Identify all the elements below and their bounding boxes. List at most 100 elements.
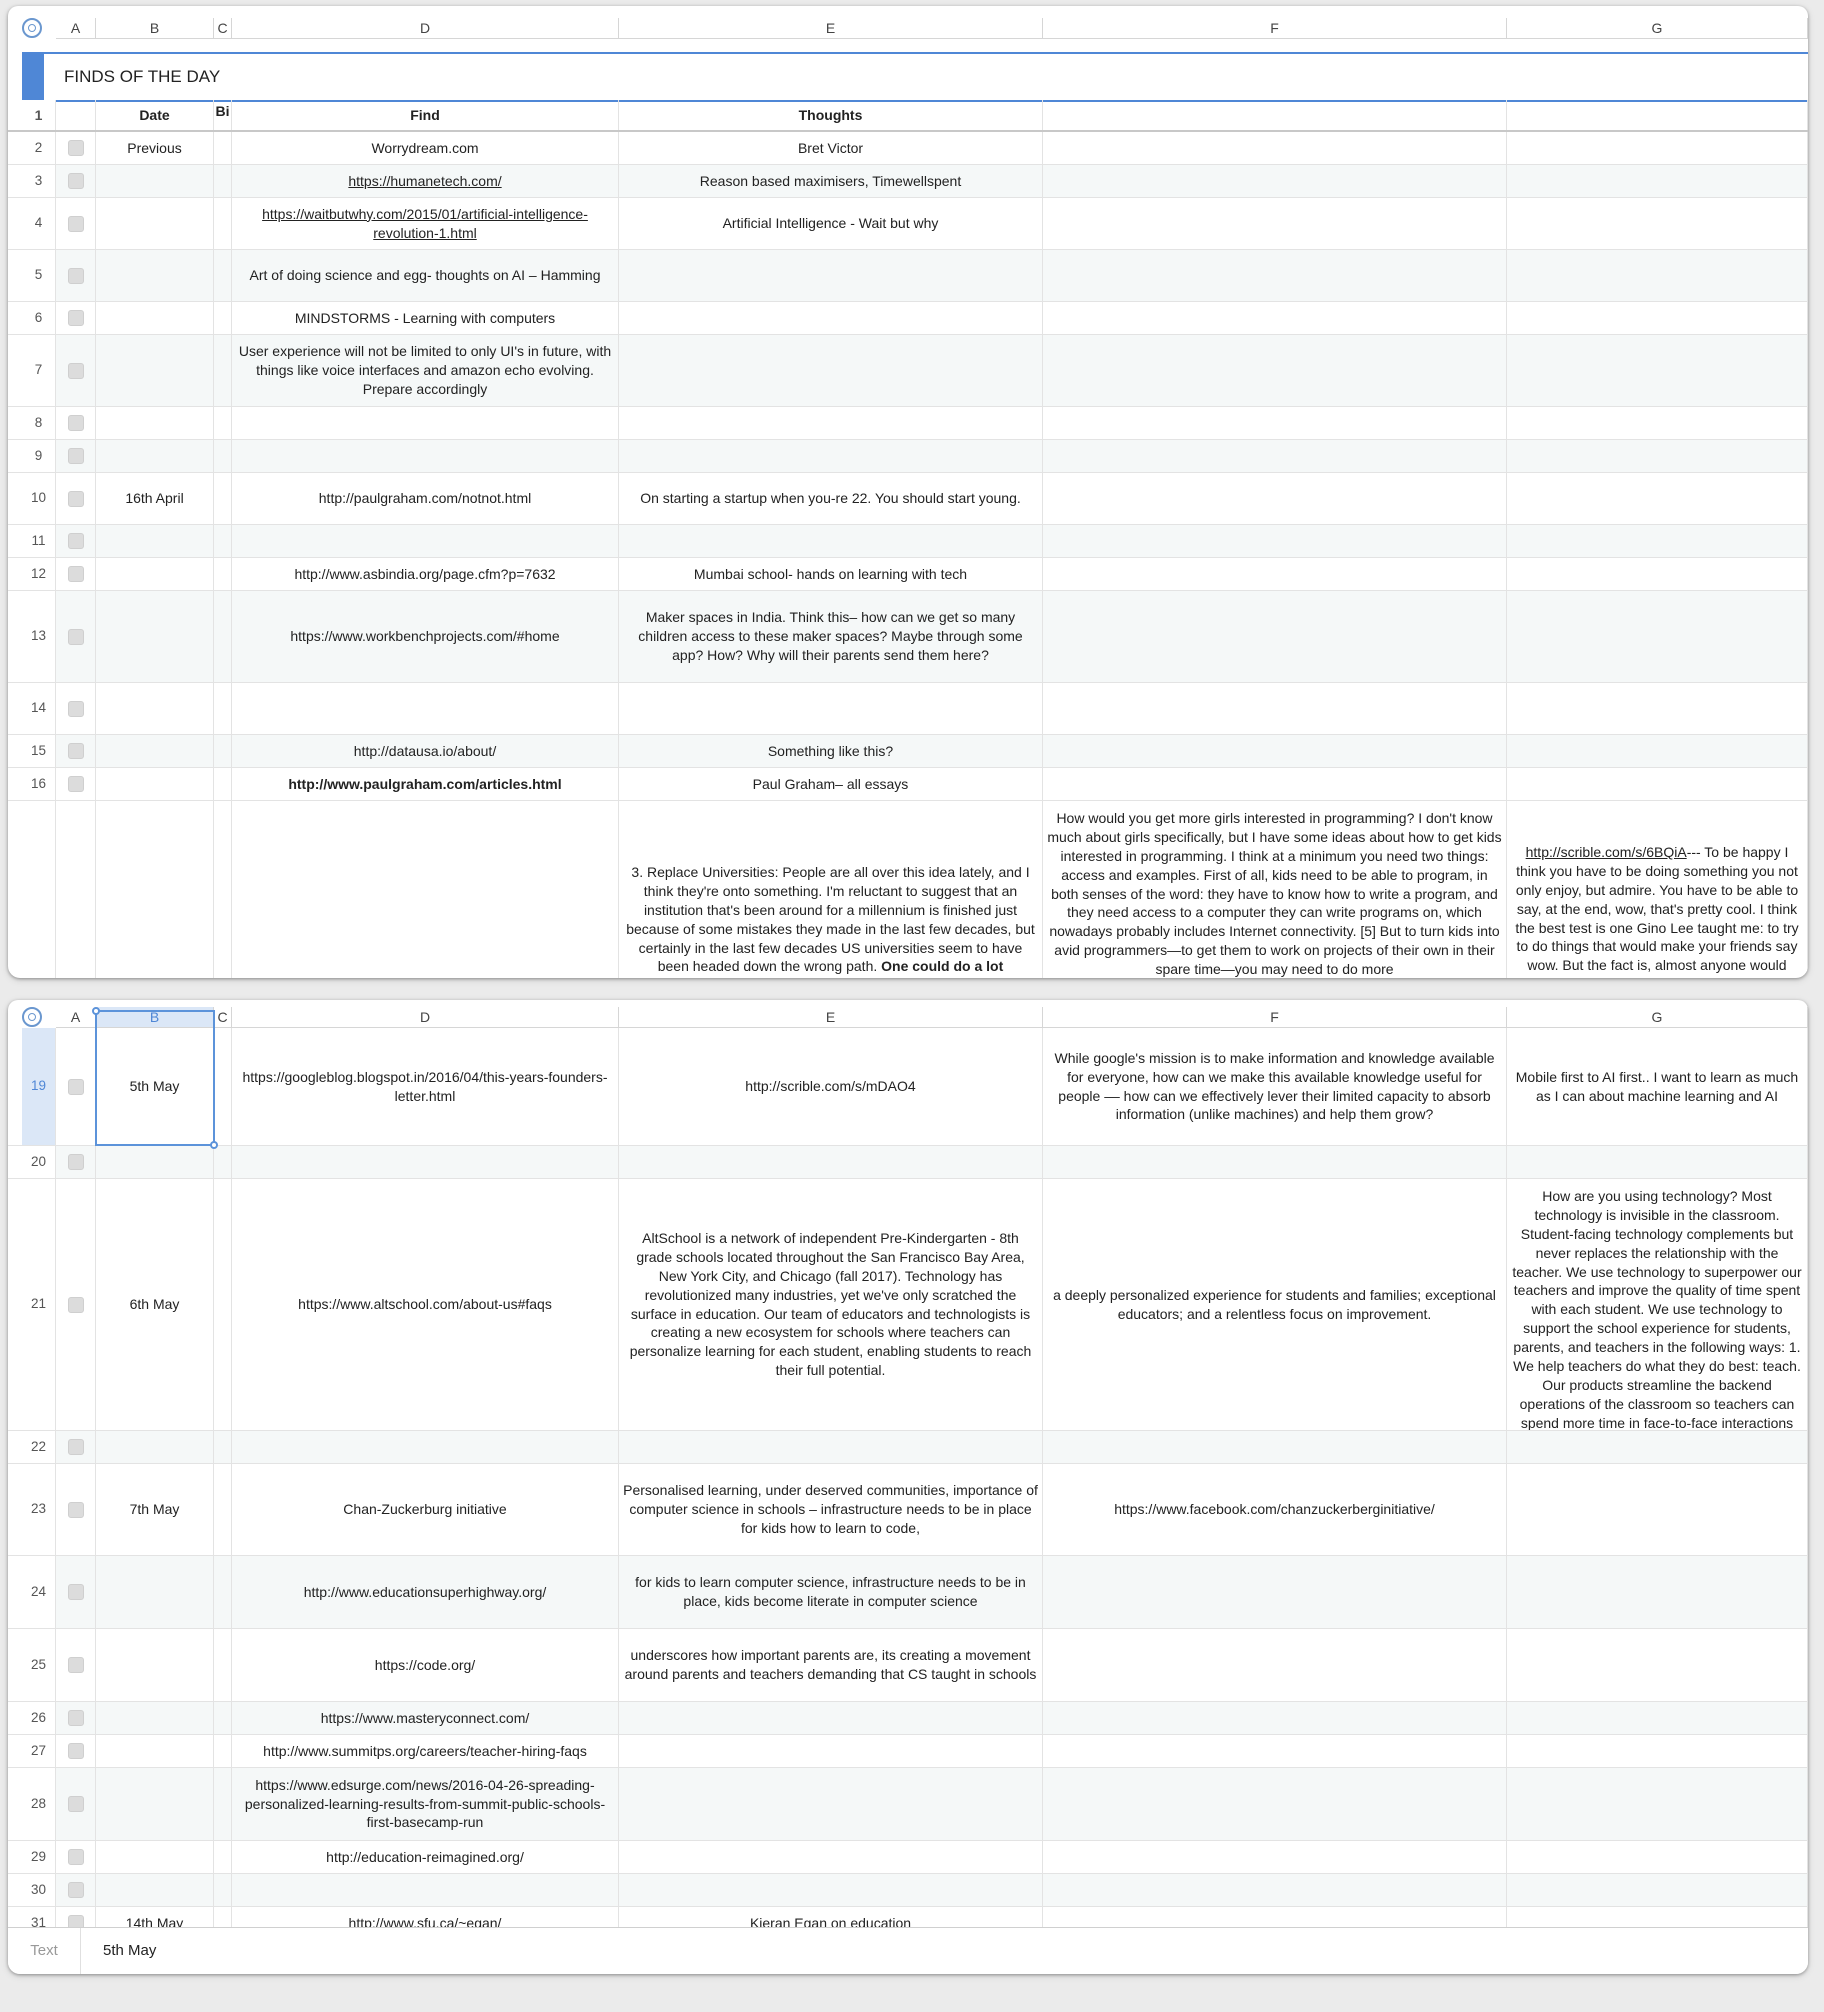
f-cell[interactable] (1043, 407, 1507, 439)
g-cell[interactable] (1507, 1464, 1808, 1555)
row-number[interactable]: 9 (22, 440, 56, 472)
row-number[interactable]: 13 (22, 591, 56, 682)
f-cell[interactable] (1043, 198, 1507, 249)
f-cell[interactable] (1043, 735, 1507, 767)
find-cell[interactable]: https://www.altschool.com/about-us#faqs (232, 1179, 619, 1430)
g-cell[interactable] (1507, 302, 1808, 334)
find-cell[interactable] (232, 440, 619, 472)
row-checkbox[interactable] (67, 448, 84, 464)
find-cell[interactable]: Chan-Zuckerburg initiative (232, 1464, 619, 1555)
thoughts-cell[interactable]: Paul Graham– all essays (619, 768, 1043, 800)
find-cell[interactable]: https://googleblog.blogspot.in/2016/04/t… (232, 1028, 619, 1145)
column-header-g[interactable]: G (1507, 1007, 1808, 1027)
g-cell[interactable] (1507, 591, 1808, 682)
f-cell[interactable] (1043, 768, 1507, 800)
column-header-d[interactable]: D (232, 1007, 619, 1027)
row-number[interactable]: 25 (22, 1629, 56, 1701)
thoughts-cell[interactable]: AltSchool is a network of independent Pr… (619, 1179, 1043, 1430)
checkbox-cell[interactable] (56, 683, 96, 734)
checkbox-cell[interactable] (56, 1629, 96, 1701)
row-number[interactable]: 23 (22, 1464, 56, 1555)
checkbox-cell[interactable] (56, 132, 96, 164)
bi-cell[interactable] (214, 525, 232, 557)
row-checkbox[interactable] (67, 1078, 84, 1095)
date-cell[interactable] (96, 1735, 214, 1767)
f-cell[interactable] (1043, 132, 1507, 164)
thoughts-cell[interactable] (619, 302, 1043, 334)
g-cell[interactable] (1507, 1841, 1808, 1873)
bi-cell[interactable] (214, 165, 232, 197)
find-cell[interactable]: User experience will not be limited to o… (232, 335, 619, 406)
g-cell[interactable] (1507, 440, 1808, 472)
find-cell[interactable]: MINDSTORMS - Learning with computers (232, 302, 619, 334)
date-cell[interactable]: 6th May (96, 1179, 214, 1430)
row-checkbox[interactable] (67, 1439, 84, 1455)
date-cell[interactable] (96, 1702, 214, 1734)
row-checkbox[interactable] (67, 743, 84, 759)
g-cell[interactable] (1507, 1556, 1808, 1628)
bi-cell[interactable] (214, 1431, 232, 1463)
date-cell[interactable]: 7th May (96, 1464, 214, 1555)
thoughts-cell[interactable] (619, 1841, 1043, 1873)
checkbox-cell[interactable] (56, 165, 96, 197)
row-number[interactable]: 24 (22, 1556, 56, 1628)
row-checkbox[interactable] (67, 1849, 84, 1865)
f-cell[interactable] (1043, 591, 1507, 682)
bi-cell[interactable] (214, 768, 232, 800)
g-cell[interactable] (1507, 335, 1808, 406)
scrible-link[interactable]: http://scrible.com/s/6BQiA (1526, 844, 1687, 860)
bi-cell[interactable] (214, 591, 232, 682)
f-cell[interactable] (1043, 335, 1507, 406)
date-cell[interactable] (96, 1768, 214, 1840)
row-checkbox[interactable] (67, 1710, 84, 1726)
f-cell[interactable] (1043, 440, 1507, 472)
row-number[interactable]: 29 (22, 1841, 56, 1873)
thoughts-cell[interactable] (619, 1735, 1043, 1767)
bi-cell[interactable] (214, 473, 232, 524)
column-header-c[interactable]: C (214, 18, 232, 38)
f-cell[interactable] (1043, 1556, 1507, 1628)
thoughts-cell[interactable]: for kids to learn computer science, infr… (619, 1556, 1043, 1628)
g-cell[interactable]: How are you using technology? Most techn… (1507, 1179, 1808, 1430)
date-cell[interactable] (96, 683, 214, 734)
row-number[interactable]: 30 (22, 1874, 56, 1906)
g-cell[interactable]: http://scrible.com/s/6BQiA--- To be happ… (1507, 801, 1808, 978)
bi-cell[interactable] (214, 1179, 232, 1430)
g-cell[interactable] (1507, 198, 1808, 249)
f-cell[interactable] (1043, 302, 1507, 334)
row-number[interactable]: 5 (22, 250, 56, 301)
thoughts-cell[interactable]: Maker spaces in India. Think this– how c… (619, 591, 1043, 682)
bi-cell[interactable] (214, 1841, 232, 1873)
bi-cell[interactable] (214, 407, 232, 439)
find-cell[interactable]: http://paulgraham.com/notnot.html (232, 473, 619, 524)
row-checkbox[interactable] (67, 215, 84, 232)
thoughts-cell[interactable]: underscores how important parents are, i… (619, 1629, 1043, 1701)
g-cell[interactable] (1507, 132, 1808, 164)
checkbox-cell[interactable] (56, 801, 96, 978)
checkbox-cell[interactable] (56, 558, 96, 590)
row-checkbox[interactable] (67, 1657, 84, 1673)
g-cell[interactable] (1507, 558, 1808, 590)
thoughts-cell[interactable] (619, 1146, 1043, 1178)
thoughts-cell[interactable]: Mumbai school- hands on learning with te… (619, 558, 1043, 590)
find-cell[interactable]: http://www.paulgraham.com/articles.html (232, 768, 619, 800)
row-number[interactable]: 11 (22, 525, 56, 557)
thoughts-cell[interactable] (619, 1431, 1043, 1463)
row-number[interactable]: 2 (22, 132, 56, 164)
row-checkbox[interactable] (67, 1882, 84, 1898)
bi-cell[interactable] (214, 735, 232, 767)
g-cell[interactable] (1507, 525, 1808, 557)
row-checkbox[interactable] (67, 415, 84, 431)
row-number[interactable]: 26 (22, 1702, 56, 1734)
g-cell[interactable] (1507, 165, 1808, 197)
thoughts-cell[interactable] (619, 525, 1043, 557)
f-cell[interactable] (1043, 1431, 1507, 1463)
row-checkbox[interactable] (67, 566, 84, 582)
checkbox-cell[interactable] (56, 473, 96, 524)
g-cell[interactable] (1507, 1431, 1808, 1463)
date-cell[interactable] (96, 198, 214, 249)
date-cell[interactable] (96, 1431, 214, 1463)
checkbox-cell[interactable] (56, 591, 96, 682)
f-cell[interactable] (1043, 250, 1507, 301)
checkbox-cell[interactable] (56, 198, 96, 249)
